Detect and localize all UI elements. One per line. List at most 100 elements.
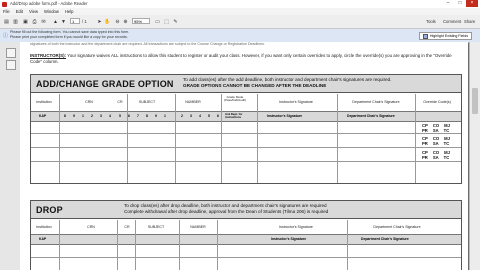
col-divider [221,94,222,183]
menu-window[interactable]: Window [41,8,62,15]
override-code-tc[interactable]: TC [444,128,450,133]
save-icon[interactable]: ▣ [22,18,29,25]
highlight-icon [422,33,428,39]
add-instructor-sig-label: Instructor's Signature [267,114,303,118]
menu-file[interactable]: File [0,8,13,15]
col-cr: CR [117,100,123,104]
row-divider [31,133,461,134]
create-pdf-icon[interactable]: ▥ [12,18,19,25]
tools-button[interactable]: Tools [426,18,436,25]
override-code-pr[interactable]: PR [422,141,428,146]
drop-column-headers: Institution CRN CR SUBJECT NUMBER Instru… [31,222,461,232]
drop-note-2: Complete withdrawal after drop deadline,… [124,209,329,214]
sub-digit: 3 [100,114,102,118]
sign-icon[interactable]: ✎ [172,18,179,25]
col-institution: Institution [36,100,52,104]
hand-tool-icon[interactable]: ✋ [104,18,111,25]
override-code-sa[interactable]: SA [433,155,439,160]
close-icon[interactable]: × [466,0,478,7]
menu-view[interactable]: View [26,8,41,15]
prev-page-icon[interactable]: ▲ [52,18,59,25]
add-dept-sig-label: Department Chair's Signature [347,114,395,118]
override-row: PR SA TC [422,155,449,160]
document-page: signatures of both the instructor and th… [20,42,468,270]
drop-subheader-row: KAP Instructor's Signature Department Ch… [31,234,461,245]
form-message-line1: Please fill out the following form. You … [10,30,130,34]
add-note-1: To add class(es) after the add deadline,… [183,77,392,82]
override-code-pr[interactable]: PR [422,155,428,160]
col-dept-chair-signature: Department Chair's Signature [352,100,400,104]
zoom-in-icon[interactable]: ⊕ [122,18,129,25]
override-code-sa[interactable]: SA [433,128,439,133]
full-screen-icon[interactable]: ⬚ [163,18,170,25]
zoom-level-select[interactable]: 95% [132,18,150,24]
sub-digit: 7 [137,114,139,118]
toolbar: ▤ ▥ ▣ ⎙ ✉ ▲ ▼ 1 / 1 ➤ ✋ ⊖ ⊕ 95% ▭ ⬚ ✎ To… [0,15,480,29]
sub-digit: 1 [164,114,166,118]
col-divider [337,94,338,183]
minimize-icon[interactable]: – [442,0,454,7]
col-divider [135,220,136,270]
row-divider [31,161,461,162]
override-row: PR SA TC [422,128,449,133]
sub-digit: 6 [128,114,130,118]
col-divider [257,94,258,183]
sub-digit: 4 [199,114,201,118]
col-subject: SUBJECT [138,100,156,104]
sub-digit: 3 [190,114,192,118]
drop-col-cr: CR [124,225,130,229]
sub-digit: 8 [146,114,148,118]
page-total: / 1 [82,19,87,24]
page-thumbnails-icon[interactable] [6,48,16,58]
override-code-tc[interactable]: TC [444,155,450,160]
scrollbar-thumb[interactable] [472,88,478,114]
instructors-text: Your signature waives ALL instructions t… [30,53,452,64]
sub-digit: 8 [64,114,66,118]
drop-col-subject: SUBJECT [147,225,165,229]
print-icon[interactable]: ⎙ [31,18,38,25]
add-note-2: GRADE OPTIONS CANNOT BE CHANGED AFTER TH… [183,83,327,88]
share-button[interactable]: Share [464,18,475,25]
sub-digit: 4 [109,114,111,118]
override-code-tc[interactable]: TC [444,141,450,146]
instructors-heading: INSTRUCTOR(S): [30,53,67,58]
vertical-scrollbar[interactable] [469,42,480,270]
sub-digit: 6 [217,114,219,118]
next-page-icon[interactable]: ▼ [60,18,67,25]
adobe-reader-icon [2,1,7,7]
override-code-pr[interactable]: PR [422,128,428,133]
fit-page-icon[interactable]: ▭ [154,18,161,25]
maximize-icon[interactable]: □ [454,0,466,7]
email-icon[interactable]: ✉ [40,18,47,25]
form-message-line2: Please print your completed form if you … [10,35,128,39]
add-section-title: ADD/CHANGE GRADE OPTION [36,79,174,89]
col-crn: CRN [85,100,93,104]
sub-digit: 5 [119,114,121,118]
zoom-out-icon[interactable]: ⊖ [114,18,121,25]
highlight-fields-button[interactable]: Highlight Existing Fields [418,32,472,40]
menu-bar: File Edit View Window Help [0,8,480,15]
instructors-paragraph: INSTRUCTOR(S): Your signature waives ALL… [30,53,460,65]
window-controls: – □ × [442,0,478,7]
drop-note-1: To drop class(es) after drop deadline, b… [124,203,327,208]
add-kap-label: KAP [39,114,47,118]
open-icon[interactable]: ▤ [3,18,10,25]
menu-help[interactable]: Help [62,8,77,15]
col-divider [59,94,60,183]
comment-button[interactable]: Comment [443,18,461,25]
sub-digit: 5 [208,114,210,118]
col-grade-mode: Grade Mode (Pass/Fail/Audit) [223,95,246,103]
drop-col-number: NUMBER [190,225,206,229]
select-arrow-icon[interactable]: ➤ [96,18,103,25]
sub-digit: 2 [181,114,183,118]
sub-digit: 9 [155,114,157,118]
override-code-sa[interactable]: SA [433,141,439,146]
document-top-text: signatures of both the instructor and th… [30,42,265,46]
row-divider [31,147,461,148]
menu-edit[interactable]: Edit [13,8,26,15]
drop-col-institution: Institution [36,225,52,229]
attachments-icon[interactable] [6,60,16,70]
navigation-pane [0,42,21,270]
drop-instructor-sig-label: Instructor's Signature [271,237,307,241]
page-number-input[interactable]: 1 [70,18,80,24]
